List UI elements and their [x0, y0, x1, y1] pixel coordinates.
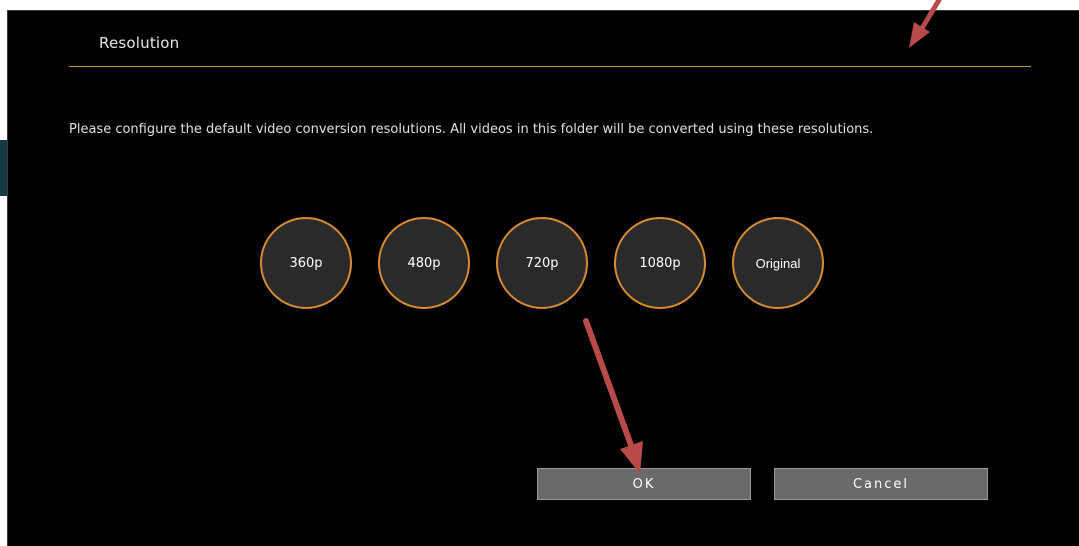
resolution-option-1080p[interactable]: 1080p — [614, 217, 706, 309]
resolution-option-360p[interactable]: 360p — [260, 217, 352, 309]
screenshot-stage: Resolution Please configure the default … — [0, 0, 1079, 546]
ok-button[interactable]: OK — [537, 468, 751, 500]
dialog-title: Resolution — [99, 34, 180, 52]
resolution-option-720p[interactable]: 720p — [496, 217, 588, 309]
cancel-button[interactable]: Cancel — [774, 468, 988, 500]
resolution-option-original[interactable]: Original — [732, 217, 824, 309]
resolution-dialog: Resolution Please configure the default … — [7, 10, 1079, 546]
resolution-option-480p[interactable]: 480p — [378, 217, 470, 309]
resolution-options: 360p 480p 720p 1080p Original — [260, 217, 824, 309]
dialog-description: Please configure the default video conve… — [69, 122, 874, 137]
title-divider — [69, 66, 1031, 67]
